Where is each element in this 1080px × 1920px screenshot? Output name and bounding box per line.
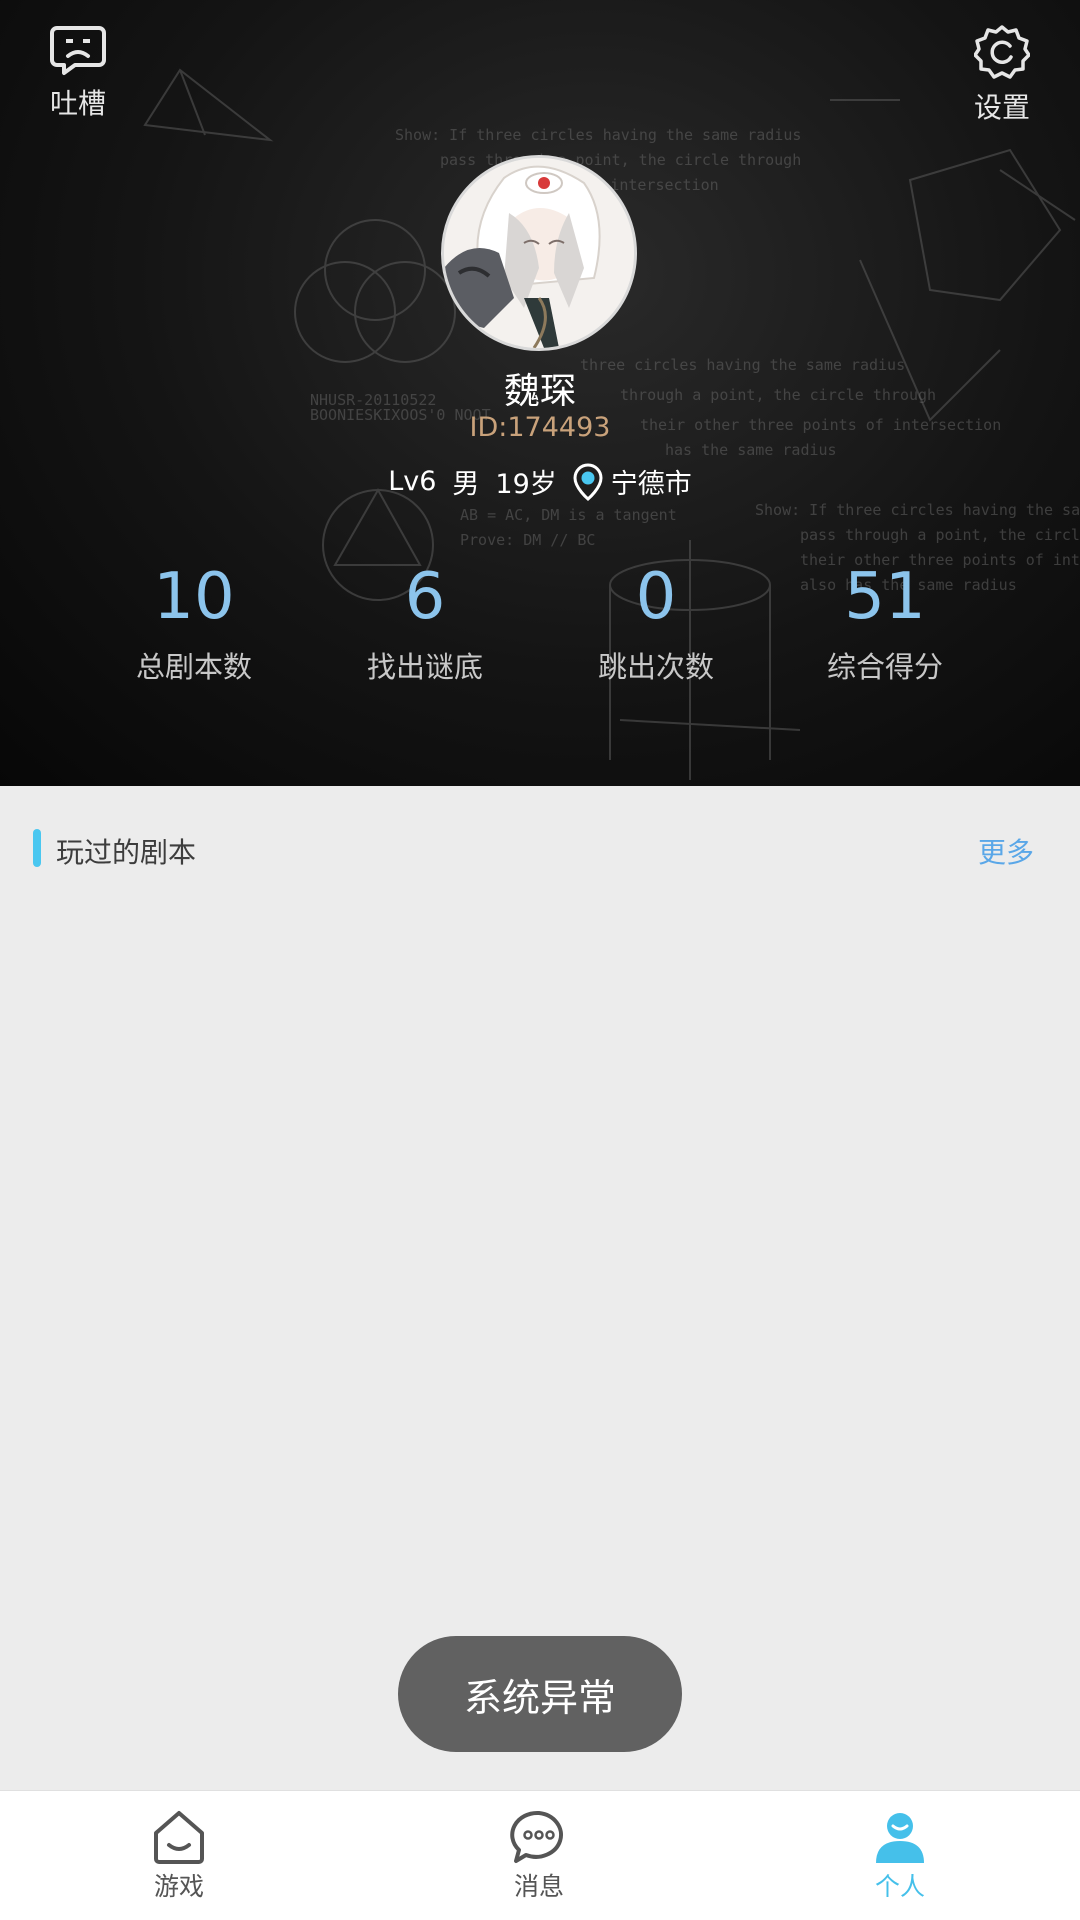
- home-smile-icon: [154, 1811, 204, 1864]
- svg-text:has the same radius: has the same radius: [665, 441, 837, 459]
- stat-value: 10: [153, 560, 235, 634]
- stat-value: 0: [635, 560, 677, 634]
- error-toast: 系统异常: [398, 1636, 682, 1752]
- stat-quit-count[interactable]: 0 跳出次数: [546, 560, 766, 686]
- stat-solved[interactable]: 6 找出谜底: [315, 560, 535, 686]
- toast-message: 系统异常: [463, 1675, 616, 1720]
- gear-icon: [974, 25, 1030, 79]
- stat-label: 找出谜底: [366, 650, 483, 684]
- user-id: ID:174493: [469, 412, 611, 443]
- svg-text:Prove: DM // BC: Prove: DM // BC: [460, 531, 595, 549]
- sad-chat-icon: [50, 26, 106, 75]
- svg-text:Show: If three circles having: Show: If three circles having the same r…: [395, 126, 801, 144]
- chat-bubble-icon: [510, 1810, 564, 1863]
- settings-button[interactable]: 设置: [942, 24, 1062, 126]
- nav-label: 消息: [513, 1872, 564, 1901]
- profile-screen: Show: If three circles having the same r…: [0, 0, 1080, 1920]
- person-icon: [876, 1813, 924, 1863]
- username: 魏琛: [503, 371, 576, 412]
- svg-text:AB = AC, DM is a tangent: AB = AC, DM is a tangent: [460, 506, 677, 524]
- nav-tab-profile[interactable]: 个人: [820, 1809, 980, 1903]
- avatar[interactable]: [441, 155, 637, 351]
- stat-label: 总剧本数: [135, 650, 252, 684]
- stat-value: 51: [844, 560, 926, 634]
- avatar-image: [444, 158, 634, 348]
- nav-label: 个人: [874, 1872, 925, 1901]
- stat-value: 6: [404, 560, 446, 634]
- section-title: 玩过的剧本: [56, 836, 197, 869]
- feedback-label: 吐槽: [49, 87, 106, 120]
- nav-tab-games[interactable]: 游戏: [99, 1809, 259, 1903]
- stat-total-scripts[interactable]: 10 总剧本数: [84, 560, 304, 686]
- user-gender: 男: [452, 469, 480, 500]
- nav-tab-messages[interactable]: 消息: [459, 1809, 619, 1903]
- svg-text:pass through a point, the circ: pass through a point, the circle through: [800, 526, 1080, 544]
- stat-label: 综合得分: [826, 650, 943, 684]
- stat-label: 跳出次数: [597, 650, 714, 684]
- svg-text:Show: If three circles having: Show: If three circles having the same r…: [755, 501, 1080, 519]
- more-link[interactable]: 更多: [978, 831, 1034, 871]
- nav-label: 游戏: [153, 1872, 204, 1901]
- feedback-button[interactable]: 吐槽: [18, 24, 138, 122]
- played-scripts-header: 玩过的剧本 更多: [0, 786, 1080, 910]
- bottom-nav: 游戏 消息 个人: [0, 1790, 1080, 1920]
- stat-overall-score[interactable]: 51 综合得分: [775, 560, 995, 686]
- section-accent-bar: [33, 829, 41, 867]
- user-age: 19岁: [495, 469, 557, 500]
- location-pin-icon: [573, 462, 603, 501]
- user-location: 宁德市: [610, 469, 692, 500]
- user-level: Lv6: [388, 466, 437, 497]
- settings-label: 设置: [973, 91, 1030, 124]
- user-meta: Lv6 男 19岁 宁德市: [0, 462, 1080, 501]
- profile-header: Show: If three circles having the same r…: [0, 0, 1080, 786]
